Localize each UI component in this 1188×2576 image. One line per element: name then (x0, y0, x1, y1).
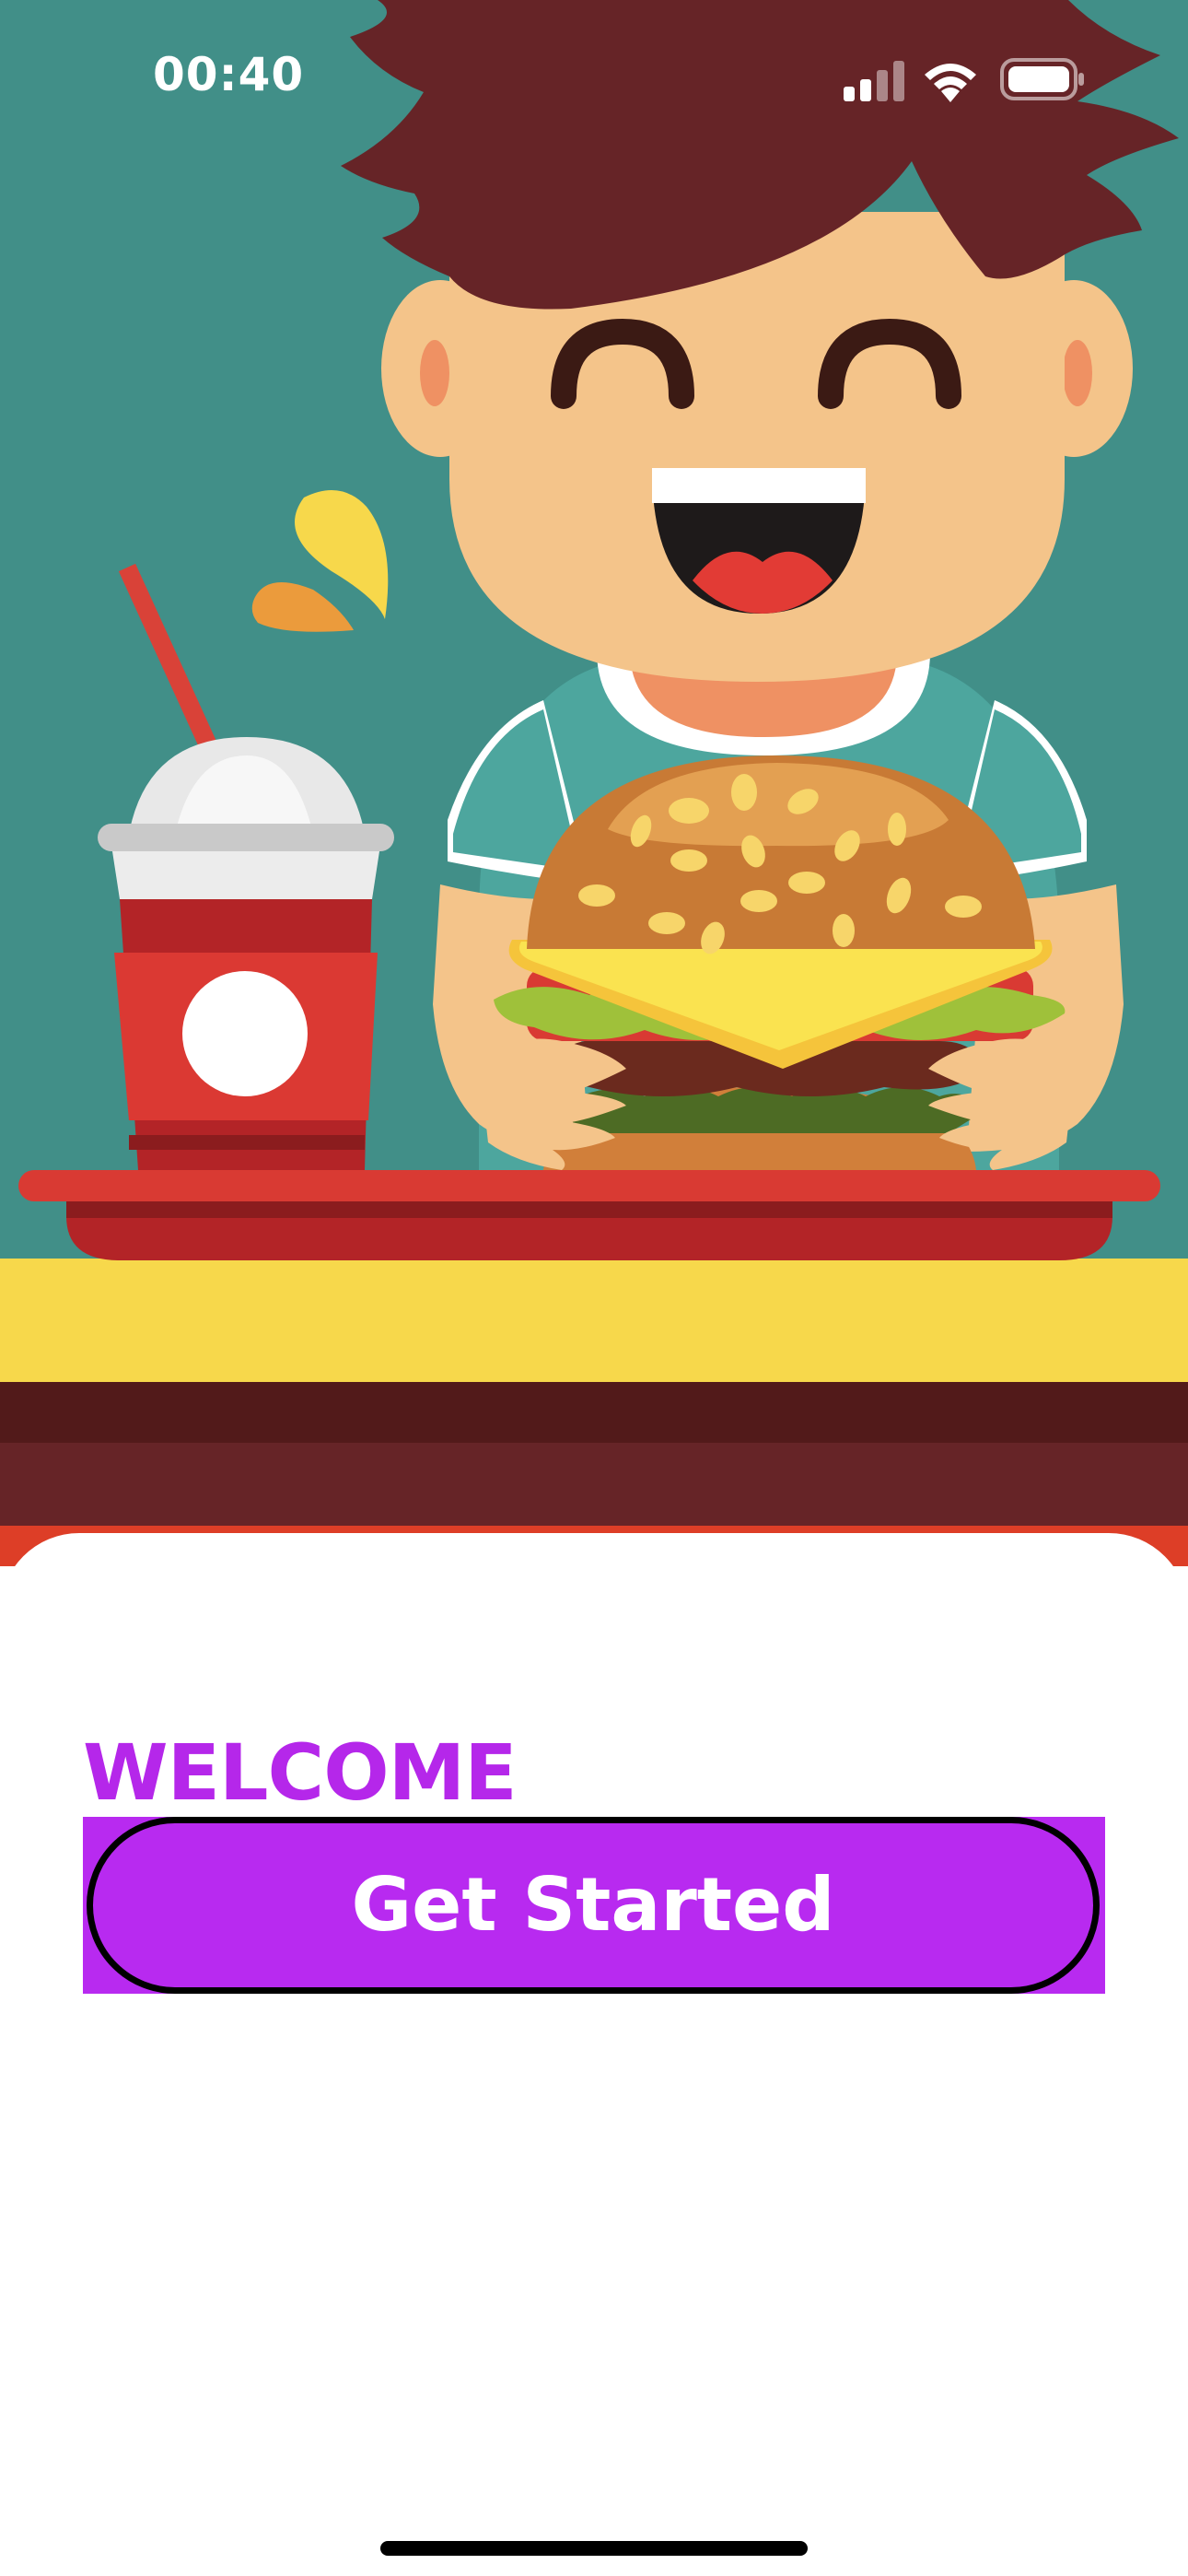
welcome-screen: 00:40 WELCOME Get Started (0, 0, 1188, 2576)
counter-top-stripe (0, 1259, 1188, 1382)
counter-dark-stripe (0, 1382, 1188, 1443)
battery-icon (1000, 58, 1084, 100)
food-tray (18, 1170, 1160, 1260)
home-indicator (380, 2541, 808, 2556)
wifi-icon (925, 64, 976, 102)
cellular-signal-icon (844, 61, 904, 101)
hero-illustration (0, 0, 1188, 1566)
welcome-title: WELCOME (83, 1727, 518, 1819)
get-started-button-background: Get Started (83, 1817, 1105, 1994)
get-started-button[interactable]: Get Started (87, 1817, 1100, 1994)
status-time: 00:40 (153, 48, 305, 101)
counter-brown-stripe (0, 1443, 1188, 1526)
welcome-sheet (0, 1533, 1188, 2576)
status-bar: 00:40 (0, 0, 1188, 161)
